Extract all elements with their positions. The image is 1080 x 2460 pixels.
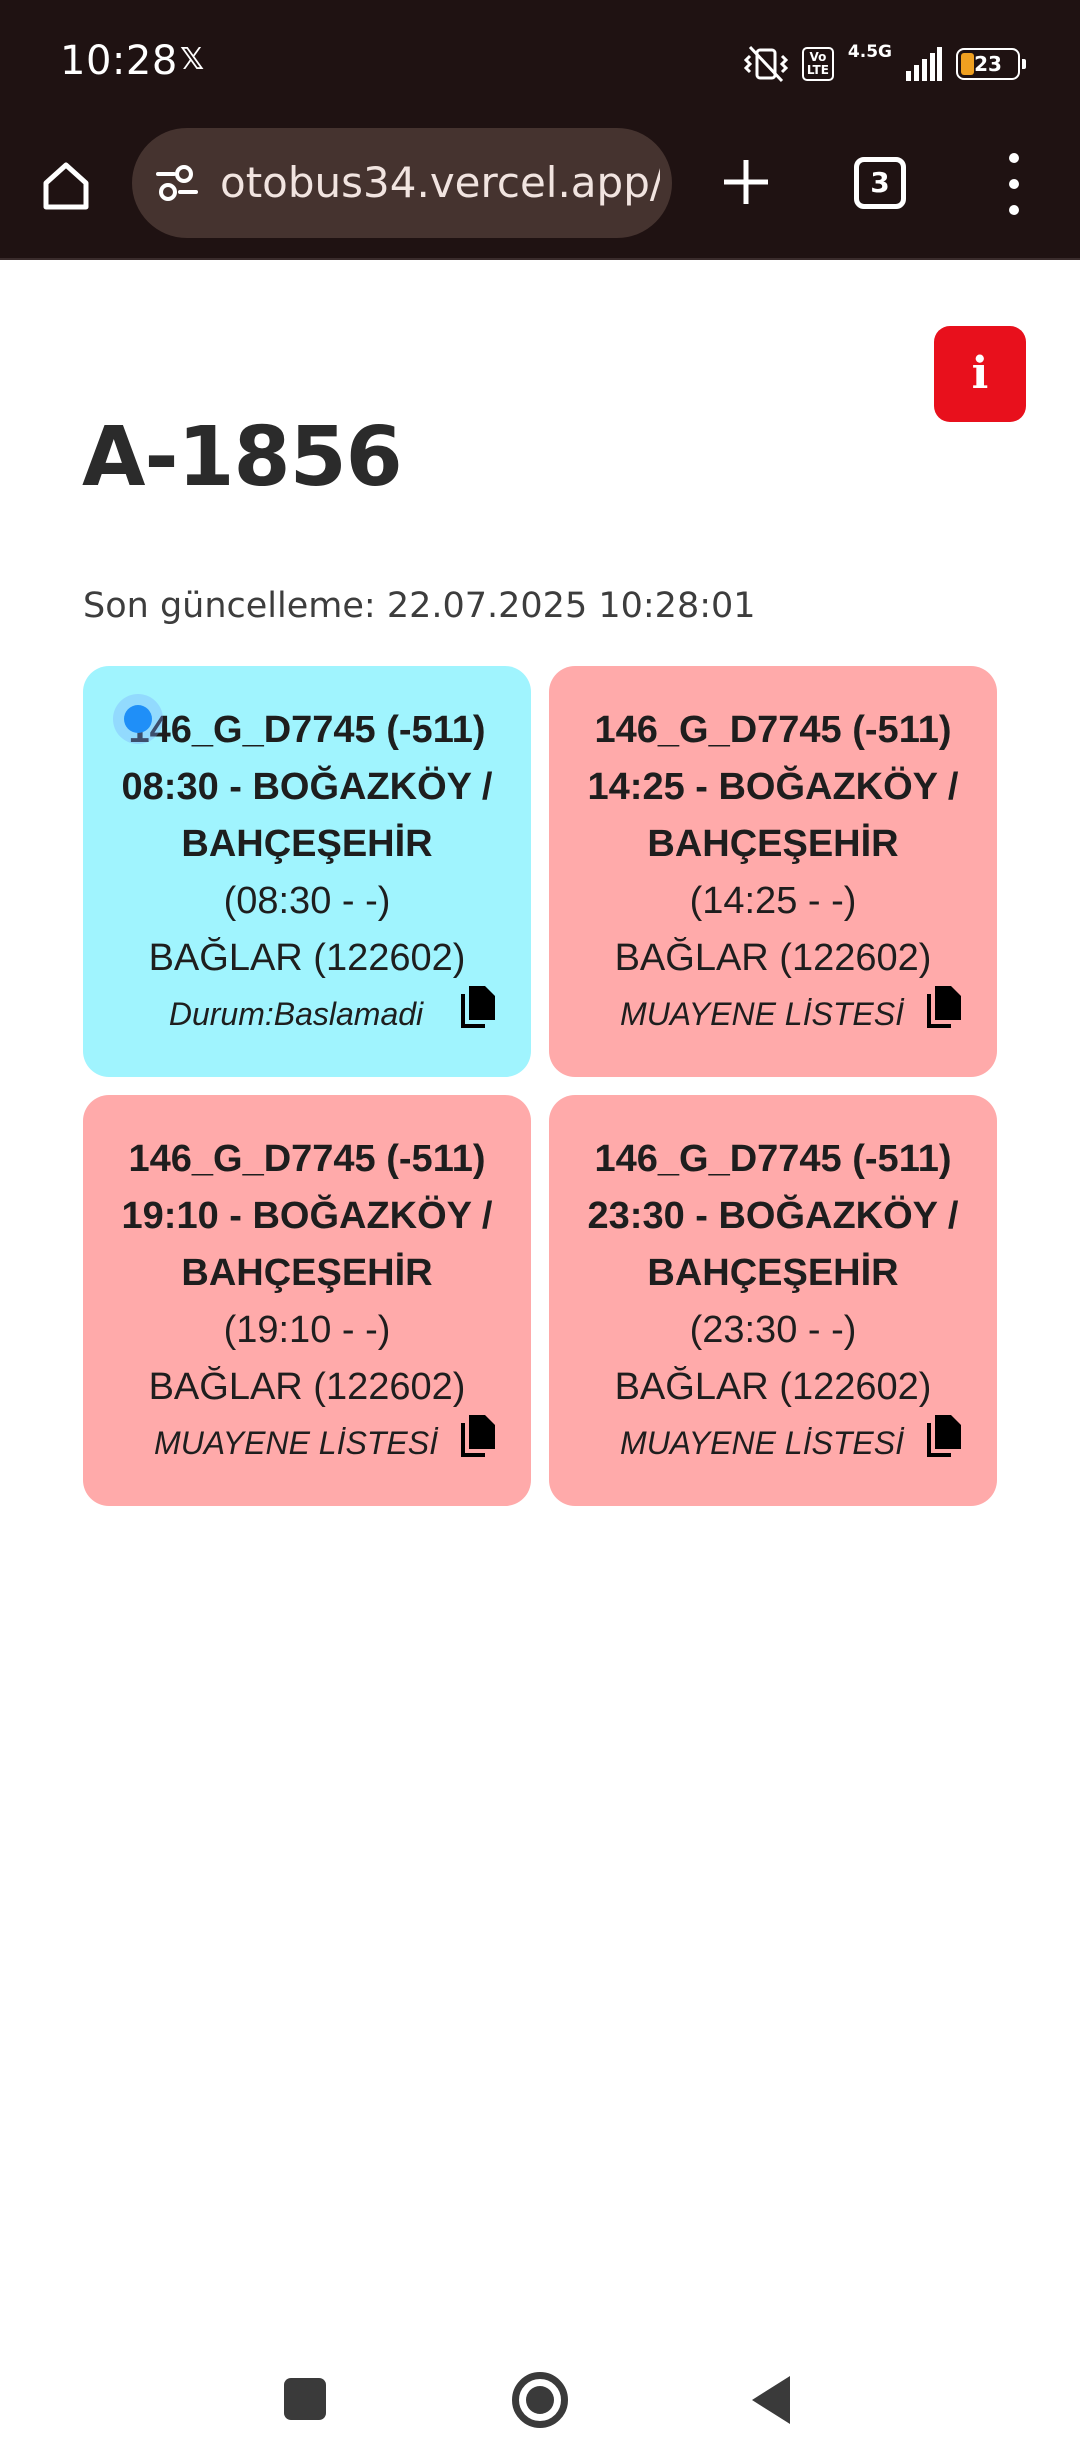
trip-card[interactable]: 146_G_D7745 (-511) 19:10 - BOĞAZKÖY / BA… bbox=[83, 1095, 531, 1506]
copy-icon[interactable] bbox=[923, 984, 963, 1030]
back-icon[interactable] bbox=[752, 2376, 790, 2424]
status-time: 10:28 bbox=[60, 38, 178, 84]
trip-time-route: 23:30 - BOĞAZKÖY / BAHÇEŞEHİR bbox=[587, 1195, 959, 1294]
trip-garage: BAĞLAR (122602) bbox=[148, 937, 466, 979]
trip-route-code: 146_G_D7745 (-511) bbox=[594, 1138, 952, 1180]
site-settings-icon[interactable] bbox=[154, 160, 200, 206]
trip-route-code: 146_G_D7745 (-511) bbox=[128, 1138, 486, 1180]
battery-level: 23 bbox=[974, 52, 1002, 76]
new-tab-button[interactable] bbox=[718, 150, 774, 214]
home-icon bbox=[43, 162, 89, 210]
copy-icon[interactable] bbox=[923, 1413, 963, 1459]
address-bar[interactable]: otobus34.vercel.app/g bbox=[132, 128, 672, 238]
network-type: 4.5G bbox=[847, 41, 892, 62]
trip-cards-grid: 146_G_D7745 (-511) 08:30 - BOĞAZKÖY / BA… bbox=[83, 666, 998, 1506]
signal-icon bbox=[906, 47, 942, 81]
trip-garage: BAĞLAR (122602) bbox=[614, 1366, 932, 1408]
browser-toolbar: otobus34.vercel.app/g 3 bbox=[0, 128, 1080, 260]
nav-home-icon[interactable] bbox=[512, 2372, 568, 2428]
trip-time-range: (14:25 - -) bbox=[689, 880, 857, 922]
home-button[interactable] bbox=[34, 153, 98, 217]
trip-card[interactable]: 146_G_D7745 (-511) 08:30 - BOĞAZKÖY / BA… bbox=[83, 666, 531, 1077]
more-menu-icon[interactable] bbox=[1000, 153, 1028, 215]
trip-card[interactable]: 146_G_D7745 (-511) 23:30 - BOĞAZKÖY / BA… bbox=[549, 1095, 997, 1506]
url-text[interactable]: otobus34.vercel.app/g bbox=[220, 158, 660, 207]
x-icon: 𝕏 bbox=[180, 42, 205, 77]
trip-time-route: 19:10 - BOĞAZKÖY / BAHÇEŞEHİR bbox=[121, 1195, 493, 1294]
info-button[interactable]: i bbox=[934, 326, 1026, 422]
recent-apps-icon[interactable] bbox=[284, 2378, 326, 2420]
status-icons: Vo LTE 4.5G 23 bbox=[743, 40, 1026, 88]
trip-time-route: 14:25 - BOĞAZKÖY / BAHÇEŞEHİR bbox=[587, 766, 959, 865]
trip-time-range: (19:10 - -) bbox=[223, 1309, 391, 1351]
copy-icon[interactable] bbox=[457, 984, 497, 1030]
vibrate-off-icon bbox=[743, 44, 788, 84]
tab-switcher-button[interactable]: 3 bbox=[854, 157, 906, 209]
new-tab-icon bbox=[724, 160, 768, 204]
trip-card[interactable]: 146_G_D7745 (-511) 14:25 - BOĞAZKÖY / BA… bbox=[549, 666, 997, 1077]
system-nav-bar bbox=[0, 2340, 1080, 2460]
trip-time-range: (23:30 - -) bbox=[689, 1309, 857, 1351]
touch-indicator bbox=[113, 694, 163, 744]
volte-icon: Vo LTE bbox=[801, 47, 834, 81]
battery-icon: 23 bbox=[956, 48, 1026, 80]
trip-garage: BAĞLAR (122602) bbox=[614, 937, 932, 979]
page-title: A-1856 bbox=[82, 410, 403, 505]
last-update-text: Son güncelleme: 22.07.2025 10:28:01 bbox=[83, 586, 756, 626]
trip-route-code: 146_G_D7745 (-511) bbox=[594, 709, 952, 751]
trip-time-range: (08:30 - -) bbox=[223, 880, 391, 922]
trip-garage: BAĞLAR (122602) bbox=[148, 1366, 466, 1408]
trip-time-route: 08:30 - BOĞAZKÖY / BAHÇEŞEHİR bbox=[121, 766, 493, 865]
status-bar: 10:28 𝕏 Vo LTE 4.5G 23 bbox=[0, 0, 1080, 128]
copy-icon[interactable] bbox=[457, 1413, 497, 1459]
